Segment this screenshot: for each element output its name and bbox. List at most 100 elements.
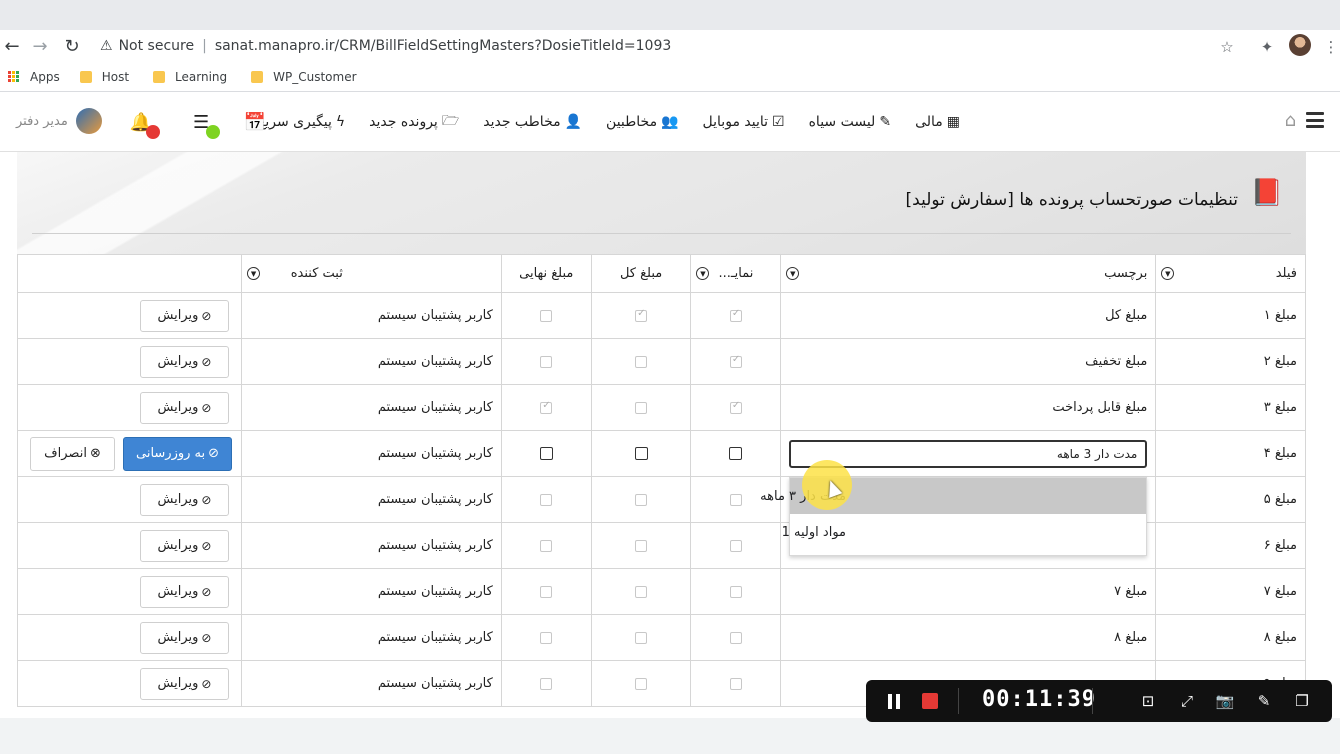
final-checkbox[interactable]: [540, 493, 553, 506]
profile-avatar[interactable]: [1289, 34, 1311, 56]
final-checkbox[interactable]: [540, 309, 553, 322]
show-checkbox[interactable]: [729, 354, 742, 368]
final-checkbox[interactable]: [539, 447, 553, 460]
registrar-cell: کاربر پشتیبان سیستم: [241, 292, 502, 339]
total-checkbox[interactable]: [635, 631, 648, 644]
edit-icon: ✎: [879, 114, 892, 130]
check-square-icon: ☑: [772, 114, 785, 130]
show-checkbox[interactable]: [729, 447, 743, 460]
header-label[interactable]: برچسب ▼: [780, 254, 1157, 293]
show-checkbox[interactable]: [729, 677, 742, 690]
update-button[interactable]: ⊘ به روزرسانی: [123, 436, 232, 471]
user-menu[interactable]: مدیر دفتر: [16, 108, 102, 134]
registrar-cell: کاربر پشتیبان سیستم: [241, 522, 502, 569]
nav-item-mobile-verify[interactable]: ☑ تایید موبایل: [703, 114, 785, 130]
menu-dots-icon[interactable]: ⋮: [1320, 36, 1340, 58]
filter-icon[interactable]: ▼: [786, 267, 800, 280]
reload-icon[interactable]: ↻: [60, 34, 84, 58]
nav-item-label: تایید موبایل: [702, 114, 769, 130]
total-checkbox[interactable]: [635, 355, 648, 368]
header-actions: [16, 254, 243, 293]
stop-icon[interactable]: [920, 691, 940, 711]
final-checkbox[interactable]: [540, 677, 553, 690]
pause-icon[interactable]: [884, 691, 904, 711]
home-icon[interactable]: ⌂: [1285, 110, 1296, 131]
edit-button[interactable]: ⊘ ویرایش: [140, 345, 229, 378]
show-checkbox[interactable]: [729, 631, 742, 644]
edit-label: ویرایش: [157, 584, 199, 599]
edit-button[interactable]: ⊘ ویرایش: [140, 621, 229, 654]
nav-item-new-contact[interactable]: 👤 مخاطب جدید: [483, 114, 582, 130]
bookmark-apps[interactable]: Apps: [8, 70, 60, 84]
nav-item-quick-followup[interactable]: ϟ پیگیری سریع: [258, 114, 345, 130]
final-checkbox[interactable]: [540, 539, 553, 552]
final-cell: [500, 614, 592, 661]
nav-item-blacklist[interactable]: ✎ لیست سیاه: [809, 114, 891, 130]
registrar-cell: کاربر پشتیبان سیستم: [241, 568, 502, 615]
forward-arrow-icon[interactable]: →: [28, 34, 52, 58]
window-icon[interactable]: ❐: [1292, 691, 1312, 711]
recorder-divider: [958, 688, 959, 714]
back-arrow-icon[interactable]: ←: [0, 34, 24, 58]
show-checkbox[interactable]: [729, 308, 742, 322]
filter-icon[interactable]: ▼: [247, 267, 261, 280]
cancel-button[interactable]: ⊗ انصراف: [30, 436, 115, 471]
nav-item-new-file[interactable]: 🗁 پرونده جدید: [369, 110, 459, 134]
label-input[interactable]: [789, 439, 1148, 468]
tasks-icon[interactable]: ☰: [188, 109, 220, 139]
filter-icon[interactable]: ▼: [696, 267, 710, 280]
final-checkbox[interactable]: [540, 585, 553, 598]
total-checkbox[interactable]: [635, 539, 648, 552]
bookmark-wp-customer[interactable]: WP_Customer: [251, 70, 357, 84]
total-checkbox[interactable]: [635, 401, 648, 414]
hamburger-menu-icon[interactable]: [1306, 112, 1324, 128]
header-field[interactable]: فیلد ▼: [1155, 254, 1306, 293]
total-checkbox[interactable]: [634, 447, 648, 460]
bookmark-learning[interactable]: Learning: [153, 70, 227, 84]
edit-button[interactable]: ⊘ ویرایش: [140, 483, 229, 516]
recording-timer: 00:11:39: [982, 687, 1096, 712]
field-cell: مبلغ ۲: [1155, 338, 1306, 385]
header-registrar[interactable]: ثبت کننده ▼: [241, 254, 502, 293]
pen-icon[interactable]: ✎: [1254, 691, 1274, 711]
total-checkbox[interactable]: [635, 493, 648, 506]
page-content: تنظیمات صورتحساب پرونده ها [سفارش تولید]…: [0, 152, 1340, 718]
nav-item-contacts[interactable]: 👥 مخاطبین: [606, 114, 679, 130]
show-checkbox[interactable]: [729, 585, 742, 598]
address-bar[interactable]: ⚠ Not secure | sanat.manapro.ir/CRM/Bill…: [100, 33, 1250, 59]
extensions-icon[interactable]: ✦: [1256, 36, 1278, 58]
header-total[interactable]: مبلغ کل: [590, 254, 692, 293]
screenshot-region-icon[interactable]: ⊡: [1138, 691, 1158, 711]
total-cell: [590, 660, 692, 707]
edit-button[interactable]: ⊘ ویرایش: [140, 575, 229, 608]
total-checkbox[interactable]: [635, 308, 648, 322]
camera-icon[interactable]: 📷: [1215, 691, 1235, 711]
edit-button[interactable]: ⊘ ویرایش: [140, 529, 229, 562]
total-checkbox[interactable]: [635, 677, 648, 690]
final-checkbox[interactable]: [540, 631, 553, 644]
show-checkbox[interactable]: [729, 400, 742, 414]
browser-top-strip: [0, 0, 1340, 30]
show-checkbox[interactable]: [729, 539, 742, 552]
label-cell: مبلغ قابل پرداخت: [780, 384, 1157, 431]
autocomplete-item[interactable]: مواد اولیه 1: [782, 514, 1146, 550]
header-final[interactable]: مبلغ نهایی: [500, 254, 592, 293]
edit-button[interactable]: ⊘ ویرایش: [140, 391, 229, 424]
star-icon[interactable]: ☆: [1216, 36, 1238, 58]
final-checkbox[interactable]: [540, 400, 553, 414]
filter-icon[interactable]: ▼: [1161, 267, 1175, 280]
bookmark-host[interactable]: Host: [79, 70, 129, 84]
header-show-text: نمایـ...: [718, 266, 754, 281]
header-show[interactable]: نمایـ... ▼: [690, 254, 782, 293]
edit-button[interactable]: ⊘ ویرایش: [140, 667, 229, 700]
nav-item-finance[interactable]: ▦ مالی: [915, 114, 960, 130]
autocomplete-item-text: مواد اولیه 1: [781, 524, 846, 540]
final-checkbox[interactable]: [540, 355, 553, 368]
fullscreen-icon[interactable]: ⤢: [1177, 691, 1197, 711]
total-checkbox[interactable]: [635, 585, 648, 598]
show-checkbox[interactable]: [729, 493, 742, 506]
edit-button[interactable]: ⊘ ویرایش: [140, 299, 229, 332]
calendar-icon[interactable]: 📅: [242, 109, 268, 135]
security-label: Not secure: [118, 38, 195, 54]
bell-icon[interactable]: 🔔: [128, 109, 160, 139]
